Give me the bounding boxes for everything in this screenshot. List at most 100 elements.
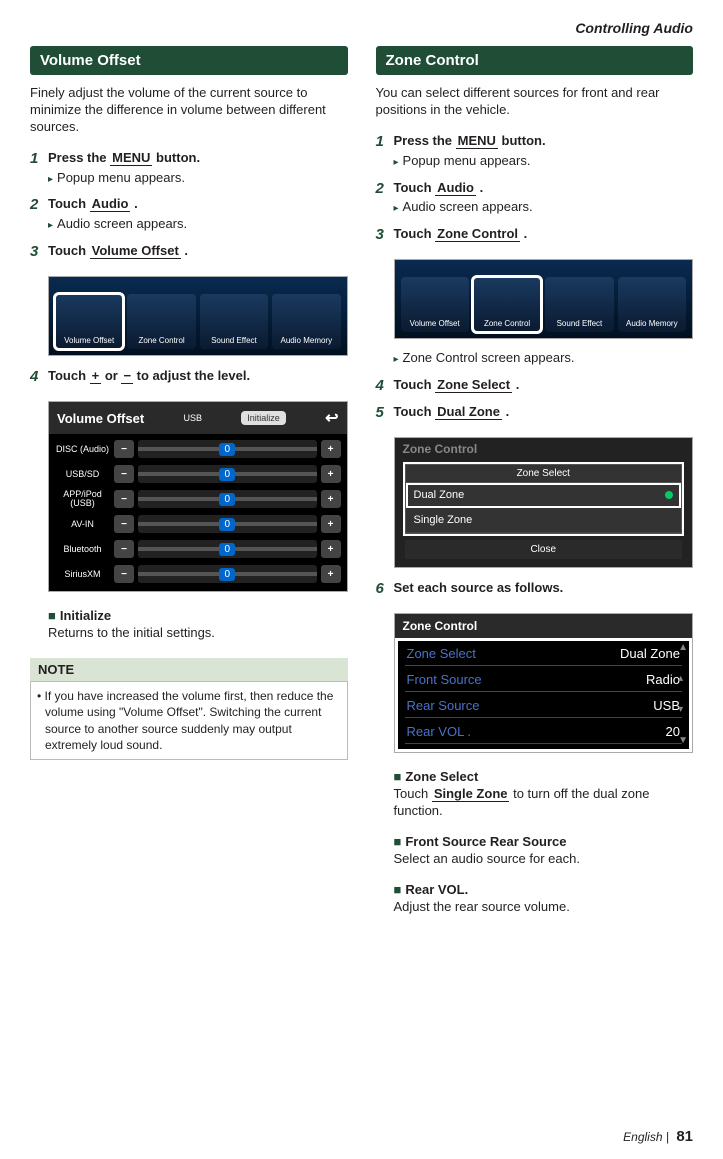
step-number: 3: [376, 226, 394, 243]
minus-button[interactable]: −: [114, 490, 134, 508]
page-footer: English | 81: [623, 1128, 693, 1145]
vo-row: AV-IN−0+: [55, 513, 341, 535]
source-desc: Select an audio source for each.: [394, 851, 694, 868]
vo-slider[interactable]: 0: [138, 465, 317, 483]
vo-row: DISC (Audio)−0+: [55, 438, 341, 460]
initialize-desc: Returns to the initial settings.: [48, 625, 348, 642]
vo-source-label: Bluetooth: [55, 545, 110, 554]
screenshot-zone-select: Zone Control Zone Select Dual Zone Singl…: [394, 437, 694, 568]
plus-button[interactable]: +: [321, 465, 341, 483]
zc-key: Zone Select: [407, 646, 476, 661]
vo-value: 0: [219, 518, 235, 531]
tab-zone-control[interactable]: Zone Control: [473, 277, 541, 332]
tab-audio-memory[interactable]: Audio Memory: [272, 294, 340, 349]
vo-slider[interactable]: 0: [138, 540, 317, 558]
section-title-zone-control: Zone Control: [376, 46, 694, 75]
tab-zone-control[interactable]: Zone Control: [127, 294, 195, 349]
step-number: 2: [376, 180, 394, 217]
zc-row[interactable]: Rear VOL .20: [405, 720, 683, 744]
zc-value: USB: [653, 698, 680, 713]
minus-button[interactable]: −: [114, 540, 134, 558]
zc-row[interactable]: Zone SelectDual Zone: [405, 642, 683, 666]
zc-row[interactable]: Rear Source USB: [405, 694, 683, 718]
plus-button-label: +: [90, 368, 102, 384]
scroll-down-small-icon[interactable]: ▾: [678, 704, 688, 715]
single-zone-label: Single Zone: [432, 786, 510, 802]
plus-button[interactable]: +: [321, 565, 341, 583]
scroll-up-small-icon[interactable]: ▴: [678, 673, 688, 684]
menu-button-label: MENU: [456, 133, 498, 149]
vo-row: SiriusXM− 0 +: [55, 563, 341, 585]
zc-row[interactable]: Front SourceRadio: [405, 668, 683, 692]
front-source-subtitle: Front Source: [405, 834, 486, 849]
bullet-marker: ■: [394, 882, 402, 897]
plus-button[interactable]: +: [321, 515, 341, 533]
step-2: 2 Touch Audio . Audio screen appears.: [376, 180, 694, 217]
audio-button-label: Audio: [90, 196, 131, 212]
tab-sound-effect[interactable]: Sound Effect: [545, 277, 613, 332]
step-1: 1 Press the MENU button. Popup menu appe…: [376, 133, 694, 170]
section-title-volume-offset: Volume Offset: [30, 46, 348, 75]
step-number: 2: [30, 196, 48, 233]
audio-button-label: Audio: [435, 180, 476, 196]
scroll-up-icon[interactable]: ▲: [678, 642, 688, 653]
screenshot-zone-control: Zone Control Zone SelectDual ZoneFront S…: [394, 613, 694, 753]
step-result: Audio screen appears.: [394, 199, 694, 216]
minus-button[interactable]: −: [114, 465, 134, 483]
plus-button[interactable]: +: [321, 540, 341, 558]
plus-button[interactable]: +: [321, 490, 341, 508]
zone-select-button-label: Zone Select: [435, 377, 512, 393]
back-icon[interactable]: ↩: [325, 408, 338, 428]
zone-control-button-label: Zone Control: [435, 226, 520, 242]
vo-slider[interactable]: 0: [138, 490, 317, 508]
volume-offset-button-label: Volume Offset: [90, 243, 181, 259]
vo-row: APP/iPod (USB)−0+: [55, 488, 341, 510]
single-zone-option[interactable]: Single Zone: [406, 508, 682, 533]
column-right: Zone Control You can select different so…: [376, 46, 694, 926]
minus-button[interactable]: −: [114, 440, 134, 458]
tab-sound-effect[interactable]: Sound Effect: [200, 294, 268, 349]
bullet-marker: ■: [394, 769, 402, 784]
tab-audio-memory[interactable]: Audio Memory: [618, 277, 686, 332]
tab-volume-offset[interactable]: Volume Offset: [55, 294, 123, 349]
step-result: Audio screen appears.: [48, 216, 348, 233]
zc-key: Front Source: [407, 672, 482, 687]
step-3: 3 Touch Volume Offset .: [30, 243, 348, 260]
vo-value: 0: [219, 468, 235, 481]
minus-button[interactable]: −: [114, 515, 134, 533]
zs-header: Zone Control: [395, 438, 693, 460]
scroll-down-icon[interactable]: ▼: [678, 735, 688, 746]
step-result: Popup menu appears.: [48, 170, 348, 187]
step-4: 4 Touch + or − to adjust the level.: [30, 368, 348, 385]
note-header: NOTE: [30, 658, 348, 681]
close-button[interactable]: Close: [405, 540, 683, 559]
vo-slider[interactable]: 0: [138, 515, 317, 533]
initialize-subtitle: Initialize: [60, 608, 111, 623]
tab-volume-offset[interactable]: Volume Offset: [401, 277, 469, 332]
zone-select-desc: Touch Single Zone to turn off the dual z…: [394, 786, 694, 820]
vo-source-label: APP/iPod (USB): [55, 490, 110, 508]
dual-zone-button-label: Dual Zone: [435, 404, 502, 420]
zs-popup-title: Zone Select: [406, 465, 682, 483]
vo-slider[interactable]: 0: [138, 440, 317, 458]
dual-zone-option[interactable]: Dual Zone: [406, 483, 682, 508]
minus-button-label: −: [121, 368, 133, 384]
step-result: Zone Control screen appears.: [394, 350, 694, 367]
step-number: 4: [30, 368, 48, 385]
step-number: 1: [30, 150, 48, 187]
minus-button[interactable]: −: [114, 565, 134, 583]
vo-source-label: SiriusXM: [55, 570, 110, 579]
vo-value: 0: [219, 568, 235, 581]
zc-key: Rear Source: [407, 698, 480, 713]
step-number: 6: [376, 580, 394, 597]
initialize-button[interactable]: Initialize: [241, 411, 286, 425]
step-5: 5 Touch Dual Zone .: [376, 404, 694, 421]
step-number: 4: [376, 377, 394, 394]
vo-slider[interactable]: 0: [138, 565, 317, 583]
vo-value: 0: [219, 543, 235, 556]
step-number: 1: [376, 133, 394, 170]
page-section-header: Controlling Audio: [30, 20, 693, 36]
note-text: If you have increased the volume first, …: [30, 681, 348, 760]
plus-button[interactable]: +: [321, 440, 341, 458]
step-number: 5: [376, 404, 394, 421]
